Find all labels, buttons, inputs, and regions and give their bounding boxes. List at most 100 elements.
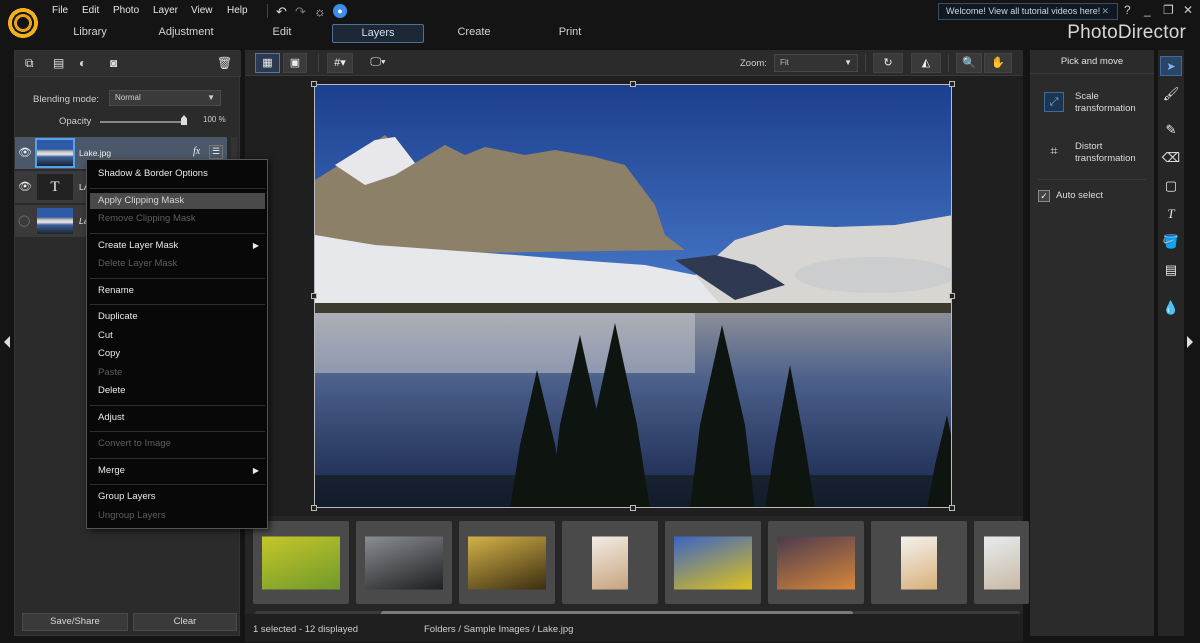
menu-help[interactable]: Help <box>227 5 248 16</box>
mask-icon[interactable]: ◙ <box>110 56 117 70</box>
zoom-tool-button[interactable]: 🔍 <box>956 53 982 73</box>
hand-tool-button[interactable]: ✋ <box>984 53 1012 73</box>
shape-tool[interactable]: ▢ <box>1160 176 1182 196</box>
gradient-tool[interactable]: ▤ <box>1160 260 1182 280</box>
eraser-tool[interactable]: ⌫ <box>1160 148 1182 168</box>
save-share-button[interactable]: Save/Share <box>22 613 128 631</box>
menu-item-create-layer-mask[interactable]: Create Layer Mask ▶ <box>90 238 265 254</box>
welcome-close-icon[interactable]: ✕ <box>1101 4 1109 19</box>
transform-handle[interactable] <box>630 81 636 87</box>
opacity-slider-thumb[interactable] <box>181 115 187 125</box>
help-button[interactable]: ? <box>1124 3 1131 17</box>
menu-item-duplicate[interactable]: Duplicate <box>90 309 265 325</box>
tab-library[interactable]: Library <box>44 24 136 43</box>
opacity-slider[interactable] <box>100 121 187 123</box>
menu-file[interactable]: File <box>52 5 68 16</box>
menu-item-apply-clipping-mask[interactable]: Apply Clipping Mask <box>90 192 265 209</box>
menu-item-delete[interactable]: Delete <box>90 383 265 399</box>
transform-handle[interactable] <box>949 293 955 299</box>
tab-adjustment[interactable]: Adjustment <box>140 24 232 43</box>
blur-tool[interactable]: 💧 <box>1160 298 1182 318</box>
canvas-image[interactable] <box>314 84 952 508</box>
grid-button[interactable]: #▾ <box>327 53 353 73</box>
distort-icon: ⌗ <box>1050 143 1058 158</box>
distort-transformation-button[interactable]: ⌗ Distort transformation <box>1040 138 1150 172</box>
pencil-tool[interactable]: ✎ <box>1160 120 1182 140</box>
minimize-icon[interactable]: _ <box>1144 3 1151 17</box>
fx-icon[interactable]: fx <box>193 146 200 157</box>
eye-hidden-icon[interactable]: ◯ <box>18 214 30 227</box>
menu-item-adjust[interactable]: Adjust <box>90 410 265 426</box>
welcome-banner[interactable]: Welcome! View all tutorial videos here! … <box>938 3 1118 20</box>
zoom-select[interactable]: Fit ▼ <box>774 54 858 72</box>
menu-edit[interactable]: Edit <box>82 5 99 16</box>
view-mode-single-button[interactable]: ▣ <box>283 53 307 73</box>
add-layer-icon[interactable]: ⧉ <box>25 56 34 71</box>
transform-handle[interactable] <box>311 293 317 299</box>
auto-select-checkbox[interactable]: ✓ <box>1038 190 1050 202</box>
menu-item-copy[interactable]: Copy <box>90 346 265 362</box>
flip-button[interactable]: ◭ <box>911 53 941 73</box>
menu-item-cut[interactable]: Cut <box>90 328 265 344</box>
clear-button[interactable]: Clear <box>133 613 237 631</box>
filmstrip-item[interactable] <box>356 521 452 604</box>
transform-handle[interactable] <box>311 81 317 87</box>
filmstrip-item[interactable] <box>665 521 761 604</box>
eye-icon[interactable]: 👁 <box>18 146 32 159</box>
transform-handle[interactable] <box>630 505 636 511</box>
brush-tool[interactable]: 🖌 <box>1160 84 1182 104</box>
tab-create[interactable]: Create <box>428 24 520 43</box>
file-path: Folders / Sample Images / Lake.jpg <box>424 624 574 635</box>
fill-tool[interactable]: 🪣 <box>1160 232 1182 252</box>
filmstrip-item[interactable] <box>871 521 967 604</box>
thumbnail-bicycle-field <box>262 536 340 589</box>
rotate-button[interactable]: ↻ <box>873 53 903 73</box>
display-button[interactable]: 🖵▾ <box>366 53 390 73</box>
view-mode-grid-button[interactable]: ▦ <box>255 53 280 73</box>
scale-transformation-button[interactable]: ⤢ Scale transformation <box>1040 88 1150 122</box>
close-icon[interactable]: ✕ <box>1183 3 1193 17</box>
adjustment-layer-icon[interactable]: ◐ <box>79 56 86 70</box>
menu-item-shadow-border-options[interactable]: Shadow & Border Options <box>90 166 265 182</box>
layer-thumbnail <box>37 208 73 234</box>
tab-layers[interactable]: Layers <box>332 24 424 43</box>
filmstrip-item[interactable] <box>562 521 658 604</box>
collapse-right-icon[interactable] <box>1187 336 1193 348</box>
restore-icon[interactable]: ❐ <box>1163 3 1174 17</box>
filmstrip-item[interactable] <box>974 521 1029 604</box>
transform-handle[interactable] <box>311 505 317 511</box>
menu-layer[interactable]: Layer <box>153 5 178 16</box>
notification-icon[interactable]: ● <box>333 4 347 18</box>
undo-icon[interactable]: ↶ <box>276 4 287 20</box>
menu-item-rename[interactable]: Rename <box>90 283 265 299</box>
layer-menu-icon[interactable]: ▤ <box>53 56 64 70</box>
filmstrip-item[interactable] <box>459 521 555 604</box>
settings-icon[interactable]: ☼ <box>314 4 326 19</box>
filmstrip-item[interactable] <box>253 521 349 604</box>
text-tool[interactable]: T <box>1160 204 1182 224</box>
pick-move-tool[interactable]: ➤ <box>1160 56 1182 76</box>
transform-handle[interactable] <box>949 505 955 511</box>
menu-item-group-layers[interactable]: Group Layers <box>90 489 265 505</box>
blending-mode-select[interactable]: Normal ▼ <box>109 90 221 106</box>
tab-print[interactable]: Print <box>524 24 616 43</box>
eye-icon[interactable]: 👁 <box>18 180 32 193</box>
filmstrip-item[interactable] <box>768 521 864 604</box>
menu-separator <box>90 457 265 459</box>
tab-edit[interactable]: Edit <box>236 24 328 43</box>
toolbar-divider <box>318 54 319 72</box>
menu-view[interactable]: View <box>191 5 213 16</box>
transform-handle[interactable] <box>949 81 955 87</box>
menu-item-label: Shadow & Border Options <box>98 168 208 179</box>
redo-icon[interactable]: ↷ <box>295 4 306 20</box>
menu-item-label: Create Layer Mask <box>98 239 179 251</box>
trash-icon[interactable]: 🗑 <box>217 56 232 70</box>
collapse-left-icon[interactable] <box>4 336 10 348</box>
menu-photo[interactable]: Photo <box>113 5 139 16</box>
rectangle-icon: ▢ <box>1164 178 1178 193</box>
menu-item-merge[interactable]: Merge ▶ <box>90 463 265 479</box>
brush-icon: 🖌 <box>1162 86 1180 101</box>
blending-mode-label: Blending mode: <box>33 94 100 105</box>
submenu-arrow-icon: ▶ <box>252 465 259 475</box>
layer-settings-icon[interactable]: ☰ <box>209 145 223 159</box>
